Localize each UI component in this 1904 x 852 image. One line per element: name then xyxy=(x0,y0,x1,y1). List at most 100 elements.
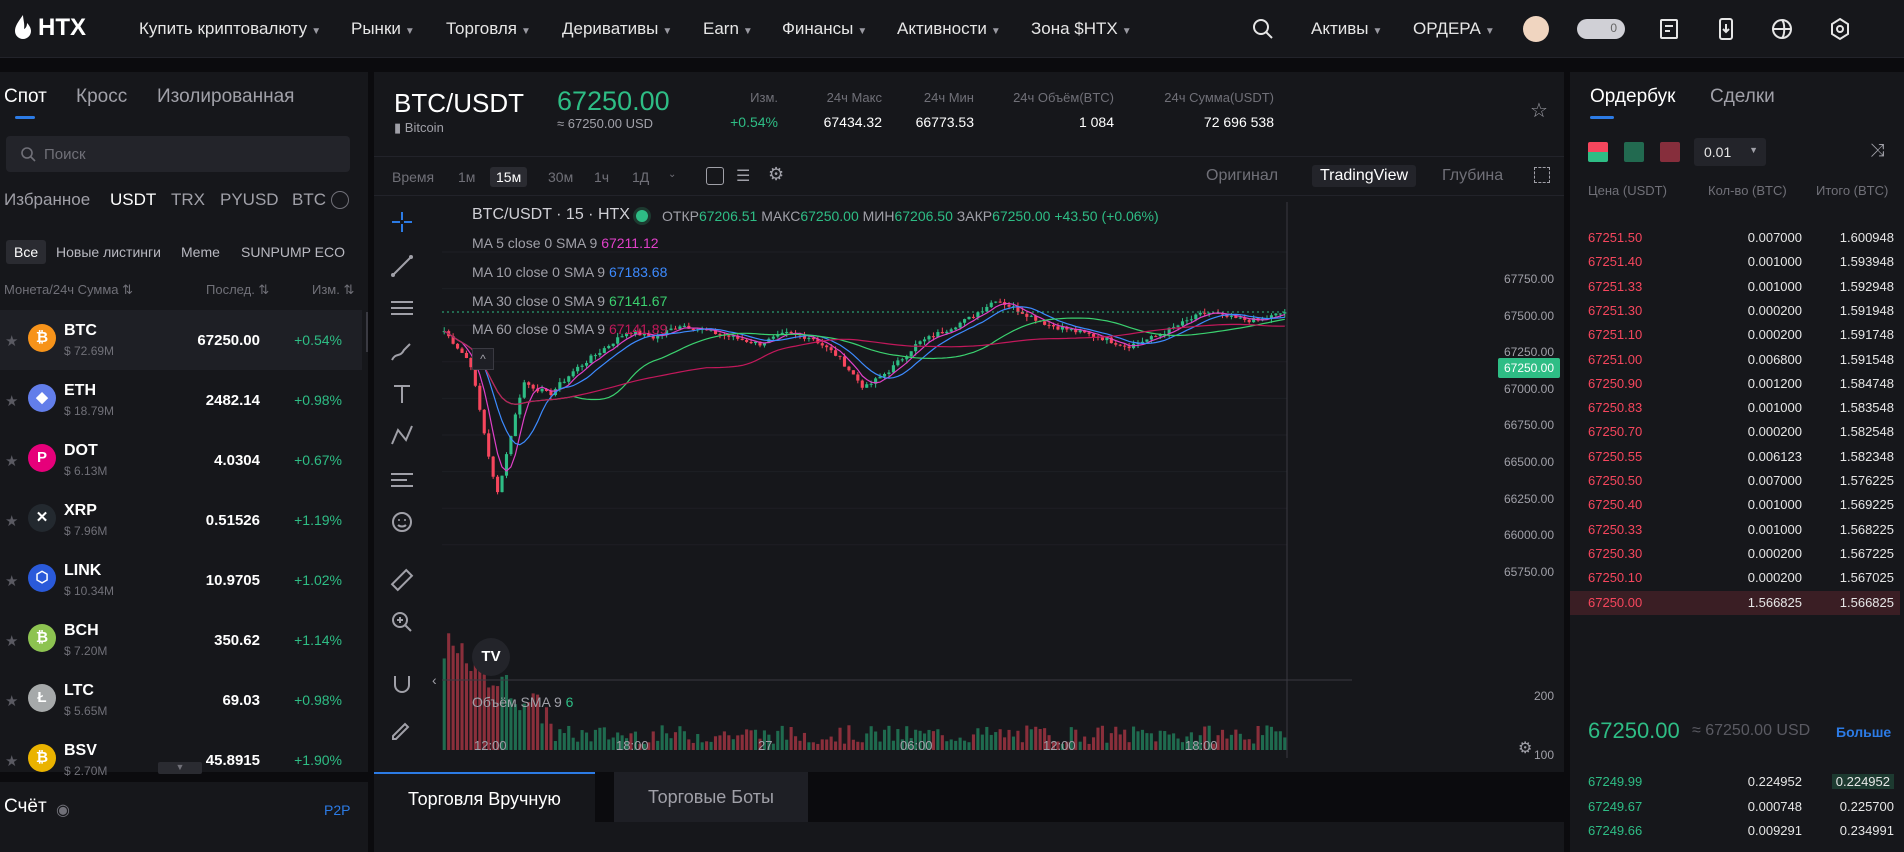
quote-tab-usdt[interactable]: USDT xyxy=(110,190,156,210)
nav-htx-zone[interactable]: Зона $HTX ▼ xyxy=(1031,19,1132,39)
search-icon[interactable] xyxy=(1251,17,1275,41)
nav-orders[interactable]: ОРДЕРА ▼ xyxy=(1413,19,1495,39)
tab-orderbook[interactable]: Ордербук xyxy=(1590,86,1675,108)
notifications-toggle[interactable]: 0 xyxy=(1577,19,1625,39)
lock-draw-icon[interactable] xyxy=(388,714,416,742)
tab-trades[interactable]: Сделки xyxy=(1710,86,1775,108)
tab-manual-trading[interactable]: Торговля Вручную xyxy=(374,772,595,822)
bid-row[interactable]: 67249.67 0.000748 0.225700 xyxy=(1570,795,1900,819)
fullscreen-icon[interactable] xyxy=(1534,167,1550,183)
nav-buy-crypto[interactable]: Купить криптовалюту ▼ xyxy=(139,19,321,39)
crosshair-icon[interactable] xyxy=(388,208,416,236)
pattern-icon[interactable] xyxy=(388,422,416,450)
price-chart[interactable] xyxy=(442,202,1362,758)
collapse-handle[interactable]: ▼ xyxy=(158,762,202,774)
avatar[interactable] xyxy=(1523,16,1549,42)
ask-row[interactable]: 67250.70 0.000200 1.582548 xyxy=(1570,420,1900,444)
tab-isolated[interactable]: Изолированная xyxy=(157,86,294,108)
ask-row[interactable]: 67251.10 0.000200 1.591748 xyxy=(1570,323,1900,347)
brush-icon[interactable] xyxy=(388,338,416,366)
nav-derivatives[interactable]: Деривативы ▼ xyxy=(562,19,672,39)
star-icon[interactable]: ★ xyxy=(5,692,18,710)
timeframe-time[interactable]: Время xyxy=(386,167,440,187)
star-icon[interactable]: ★ xyxy=(5,452,18,470)
coin-row-btc[interactable]: ★ ₿ BTC $ 72.69M 67250.00 +0.54% xyxy=(0,310,362,370)
timeframe-30m[interactable]: 30м xyxy=(542,167,579,187)
p2p-link[interactable]: P2P xyxy=(324,802,350,818)
chart-gear-icon[interactable]: ⚙ xyxy=(1518,738,1532,758)
ruler-icon[interactable] xyxy=(388,566,416,594)
quote-tab-trx[interactable]: TRX xyxy=(171,190,205,210)
ask-row[interactable]: 67251.50 0.007000 1.600948 xyxy=(1570,226,1900,250)
orderbook-settings-icon[interactable]: ⤨ xyxy=(1870,140,1884,161)
bid-row[interactable]: 67249.99 0.224952 0.224952 xyxy=(1570,770,1900,794)
favorite-star-icon[interactable]: ☆ xyxy=(1530,98,1548,123)
timeframe-1d[interactable]: 1Д xyxy=(626,167,655,187)
tab-cross[interactable]: Кросс xyxy=(76,86,127,108)
ask-row[interactable]: 67251.00 0.006800 1.591548 xyxy=(1570,348,1900,372)
coin-row-ltc[interactable]: ★ Ł LTC $ 5.65M 69.03 +0.98% xyxy=(0,670,362,730)
ask-row[interactable]: 67250.55 0.006123 1.582348 xyxy=(1570,445,1900,469)
category-meme[interactable]: Meme xyxy=(173,240,228,264)
view-tradingview[interactable]: TradingView xyxy=(1312,165,1417,187)
ask-row[interactable]: 67250.00 1.566825 1.566825 xyxy=(1570,590,1900,615)
ask-row[interactable]: 67250.33 0.001000 1.568225 xyxy=(1570,518,1900,542)
ask-row[interactable]: 67250.50 0.007000 1.576225 xyxy=(1570,469,1900,493)
coin-row-xrp[interactable]: ★ ✕ XRP $ 7.96M 0.51526 +1.19% xyxy=(0,490,362,550)
view-bids-icon[interactable] xyxy=(1624,142,1644,162)
category-all[interactable]: Все xyxy=(6,240,47,264)
htx-logo[interactable]: HTX xyxy=(12,14,86,42)
column-change-header[interactable]: Изм. ⇅ xyxy=(312,282,354,298)
star-icon[interactable]: ★ xyxy=(5,572,18,590)
timeframe-1h[interactable]: 1ч xyxy=(588,167,615,187)
ask-row[interactable]: 67250.90 0.001200 1.584748 xyxy=(1570,372,1900,396)
nav-finance[interactable]: Финансы ▼ xyxy=(782,19,867,39)
category-new-listings[interactable]: Новые листинги xyxy=(48,240,169,264)
star-icon[interactable]: ★ xyxy=(5,332,18,350)
trend-line-icon[interactable] xyxy=(388,252,416,280)
tab-spot[interactable]: Спот xyxy=(4,86,47,108)
category-sunpump[interactable]: SUNPUMP ECO xyxy=(233,240,353,264)
pair-title[interactable]: BTC/USDT xyxy=(394,88,524,119)
quote-tab-favorites[interactable]: Избранное xyxy=(4,190,90,210)
language-icon[interactable] xyxy=(1770,17,1794,41)
bid-row[interactable]: 67249.66 0.009291 0.234991 xyxy=(1570,819,1900,843)
view-original[interactable]: Оригинал xyxy=(1198,165,1286,187)
fib-icon[interactable] xyxy=(388,294,416,322)
scrollbar[interactable] xyxy=(366,312,368,352)
star-icon[interactable]: ★ xyxy=(5,512,18,530)
emoji-icon[interactable] xyxy=(388,508,416,536)
magnet-icon[interactable] xyxy=(388,670,416,698)
chart-settings-icon[interactable]: ⚙ xyxy=(768,164,784,185)
column-coin-header[interactable]: Монета/24ч Сумма ⇅ xyxy=(4,282,133,298)
document-icon[interactable] xyxy=(1657,17,1681,41)
ask-row[interactable]: 67251.33 0.001000 1.592948 xyxy=(1570,275,1900,299)
chart-type-icon[interactable] xyxy=(706,167,724,185)
coin-row-eth[interactable]: ★ ◆ ETH $ 18.79M 2482.14 +0.98% xyxy=(0,370,362,430)
timeframe-15m[interactable]: 15м xyxy=(490,167,528,187)
coin-row-bch[interactable]: ★ ₿ BCH $ 7.20M 350.62 +1.14% xyxy=(0,610,362,670)
coin-row-dot[interactable]: ★ P DOT $ 6.13M 4.0304 +0.67% xyxy=(0,430,362,490)
quote-tab-btc[interactable]: BTC xyxy=(292,190,326,210)
timeframe-dropdown-icon[interactable]: ⌄ xyxy=(668,169,676,180)
nav-earn[interactable]: Earn ▼ xyxy=(703,19,753,39)
zoom-in-icon[interactable] xyxy=(388,608,416,636)
coin-row-bsv[interactable]: ★ ₿ BSV $ 2.70M 45.8915 +1.90% xyxy=(0,730,362,790)
star-icon[interactable]: ★ xyxy=(5,392,18,410)
nav-assets[interactable]: Активы ▼ xyxy=(1311,19,1382,39)
ask-row[interactable]: 67250.10 0.000200 1.567025 xyxy=(1570,566,1900,590)
settings-icon[interactable] xyxy=(1828,17,1852,41)
ask-row[interactable]: 67251.40 0.001000 1.593948 xyxy=(1570,250,1900,274)
ask-row[interactable]: 67250.40 0.001000 1.569225 xyxy=(1570,493,1900,517)
coin-row-link[interactable]: ★ ⬡ LINK $ 10.34M 10.9705 +1.02% xyxy=(0,550,362,610)
view-both-icon[interactable] xyxy=(1588,142,1608,162)
indicators-icon[interactable]: ☰ xyxy=(736,166,750,186)
more-link[interactable]: Больше xyxy=(1836,724,1891,740)
view-asks-icon[interactable] xyxy=(1660,142,1680,162)
eye-icon[interactable]: ◉ xyxy=(56,800,70,820)
column-last-header[interactable]: Послед. ⇅ xyxy=(206,282,269,298)
ask-row[interactable]: 67251.30 0.000200 1.591948 xyxy=(1570,299,1900,323)
quote-tab-pyusd[interactable]: PYUSD xyxy=(220,190,279,210)
nav-markets[interactable]: Рынки ▼ xyxy=(351,19,415,39)
nav-trade[interactable]: Торговля ▼ xyxy=(446,19,531,39)
